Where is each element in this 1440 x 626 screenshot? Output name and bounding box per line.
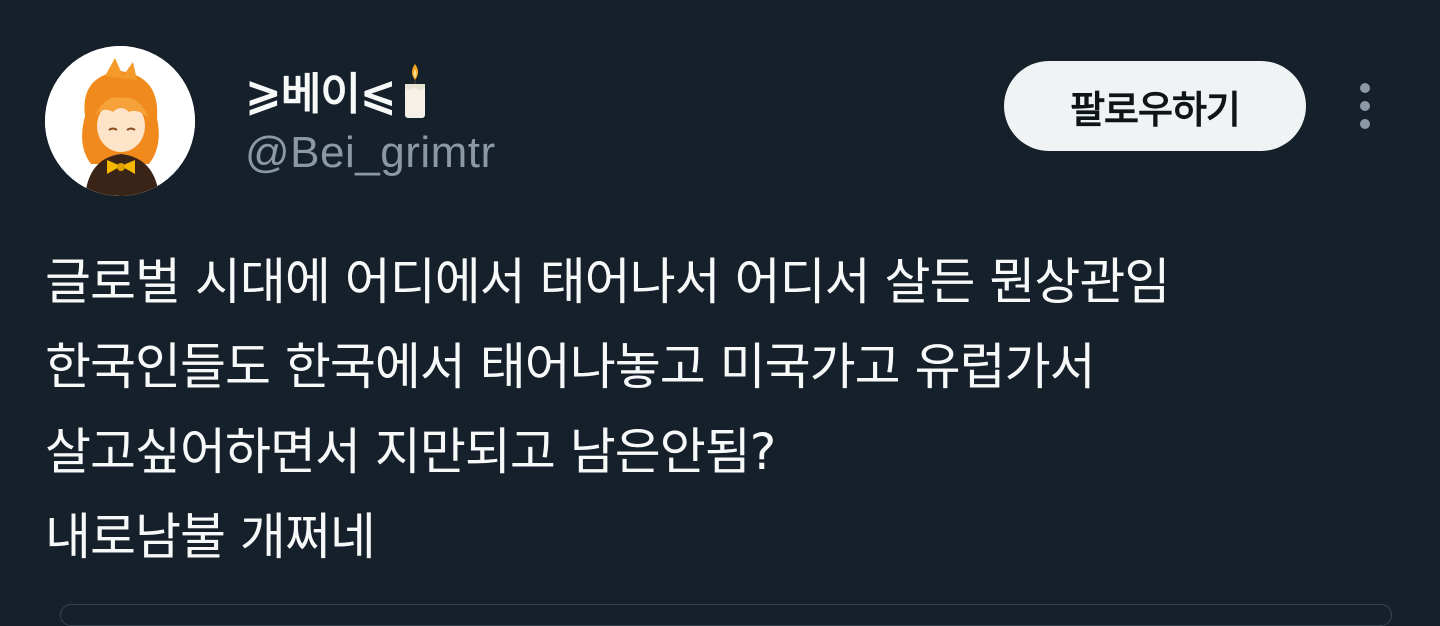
display-name-text: ⩾베이⩽ (245, 69, 397, 120)
avatar[interactable] (45, 46, 195, 196)
tweet-text-line: 살고싶어하면서 지만되고 남은안됨? (45, 423, 776, 481)
tweet-text: 글로벌 시대에 어디에서 태어나서 어디서 살든 뭔상관임 한국인들도 한국에서… (45, 240, 1415, 580)
more-options-icon[interactable] (1348, 80, 1382, 132)
user-handle[interactable]: @Bei_grimtr (245, 128, 496, 178)
tweet-card: ⩾베이⩽ @Bei_grimtr 팔로우하기 글로벌 시대에 어디에서 태어나서… (0, 0, 1440, 626)
follow-button[interactable]: 팔로우하기 (1004, 61, 1306, 151)
tweet-text-line: 한국인들도 한국에서 태어나놓고 미국가고 유럽가서 (45, 338, 1096, 396)
quoted-card-edge (60, 604, 1392, 626)
candle-icon (404, 64, 425, 118)
tweet-text-line: 글로벌 시대에 어디에서 태어나서 어디서 살든 뭔상관임 (45, 253, 1170, 311)
tweet-text-line: 내로남불 개쩌네 (45, 508, 376, 566)
avatar-image (45, 46, 195, 196)
display-name[interactable]: ⩾베이⩽ (245, 58, 430, 122)
